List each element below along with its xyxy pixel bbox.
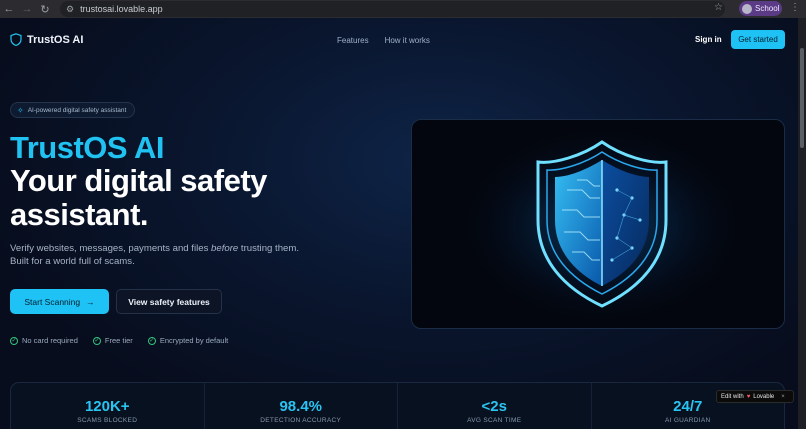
- check-label: Free tier: [104, 336, 133, 345]
- tagline-pill: ✧ AI-powered digital safety assistant: [10, 102, 135, 118]
- address-bar[interactable]: ⚙ trustosai.lovable.app: [60, 1, 725, 17]
- hero-shield-image: [411, 119, 785, 329]
- start-scanning-button[interactable]: Start Scanning →: [10, 289, 109, 314]
- profile-button[interactable]: School: [739, 1, 782, 16]
- sparkles-icon: ✧: [17, 105, 24, 115]
- avatar: [742, 3, 752, 14]
- check-item: ✓ Free tier: [92, 336, 133, 345]
- check-item: ✓ Encrypted by default: [147, 336, 229, 345]
- start-scanning-label: Start Scanning: [24, 296, 81, 307]
- nav-links: Features How it works: [337, 36, 430, 45]
- stat-label: AVG SCAN TIME: [467, 417, 522, 424]
- check-item: ✓ No card required: [10, 336, 78, 345]
- bookmark-star-icon[interactable]: ☆: [714, 2, 723, 13]
- check-circle-icon: ✓: [147, 336, 156, 345]
- stat-label: SCAMS BLOCKED: [77, 417, 138, 424]
- check-label: No card required: [22, 336, 78, 345]
- tagline-text: AI-powered digital safety assistant: [27, 106, 127, 114]
- feature-checks: ✓ No card required ✓ Free tier ✓ Encrypt…: [10, 336, 228, 345]
- get-started-button[interactable]: Get started: [731, 30, 785, 49]
- site-header: TrustOS AI Features How it works Sign in…: [0, 18, 798, 64]
- arrow-right-icon: →: [86, 296, 95, 307]
- edit-with-lovable-badge[interactable]: Edit with ♥ Lovable ×: [716, 390, 794, 403]
- check-label: Encrypted by default: [159, 336, 229, 345]
- profile-label: School: [755, 4, 780, 13]
- shield-icon: [10, 33, 22, 46]
- subtitle-part-1: Verify websites, messages, payments and …: [10, 243, 212, 254]
- stat-item: 98.4% DETECTION ACCURACY: [205, 383, 398, 429]
- brand-logo[interactable]: TrustOS AI: [10, 33, 83, 46]
- back-icon[interactable]: ←: [0, 0, 18, 18]
- badge-brand: Lovable: [753, 393, 775, 400]
- close-icon[interactable]: ×: [781, 394, 785, 400]
- nav-link-features[interactable]: Features: [337, 36, 369, 45]
- check-circle-icon: ✓: [92, 336, 101, 345]
- check-circle-icon: ✓: [10, 336, 18, 345]
- badge-text: Edit with: [721, 393, 744, 400]
- forward-icon[interactable]: →: [18, 0, 36, 18]
- brand-name: TrustOS AI: [27, 33, 84, 46]
- stat-value: 98.4%: [279, 398, 323, 415]
- url-text: trustosai.lovable.app: [80, 4, 163, 14]
- menu-icon[interactable]: ⋮: [790, 2, 800, 13]
- page: TrustOS AI Features How it works Sign in…: [0, 18, 798, 429]
- hero-subtitle: Verify websites, messages, payments and …: [10, 242, 320, 268]
- stat-value: 24/7: [673, 398, 703, 415]
- lovable-heart-icon: ♥: [746, 393, 751, 400]
- site-settings-icon[interactable]: ⚙: [66, 4, 74, 15]
- scrollbar-thumb[interactable]: [800, 48, 804, 148]
- glowing-shield-illustration: [452, 120, 752, 328]
- hero-title-accent: TrustOS AI: [10, 130, 165, 165]
- stat-label: AI GUARDIAN: [664, 417, 711, 424]
- stat-value: 120K+: [84, 398, 130, 415]
- view-safety-features-button[interactable]: View safety features: [116, 289, 222, 314]
- stats-bar: 120K+ SCAMS BLOCKED 98.4% DETECTION ACCU…: [10, 382, 785, 429]
- stat-item: <2s AVG SCAN TIME: [398, 383, 592, 429]
- hero-title: Your digital safety assistant.: [10, 163, 267, 232]
- scrollbar[interactable]: [798, 18, 806, 429]
- sign-in-link[interactable]: Sign in: [695, 35, 722, 44]
- reload-icon[interactable]: ↻: [36, 0, 54, 18]
- stat-label: DETECTION ACCURACY: [260, 417, 342, 424]
- subtitle-emphasis: before: [211, 243, 239, 254]
- stat-item: 120K+ SCAMS BLOCKED: [11, 383, 205, 429]
- nav-link-how-it-works[interactable]: How it works: [385, 36, 430, 45]
- stat-value: <2s: [481, 398, 507, 415]
